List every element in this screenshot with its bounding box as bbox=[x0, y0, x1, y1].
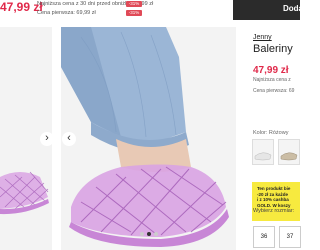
product-name: Baleriny bbox=[253, 43, 293, 55]
shoe-thumbnail bbox=[280, 152, 298, 161]
prev-image-button[interactable]: ‹ bbox=[62, 132, 76, 146]
lowest-price-30-days: Najniższa cena z bbox=[253, 77, 291, 83]
discount-badge: -31% bbox=[126, 10, 142, 16]
gallery-dot-active[interactable] bbox=[147, 232, 151, 236]
brand-link[interactable]: Jenny bbox=[253, 34, 272, 41]
color-label: Kolor: Różowy bbox=[253, 130, 289, 136]
color-swatch-beige[interactable] bbox=[278, 139, 300, 165]
add-to-cart-button[interactable]: Doda bbox=[233, 0, 300, 20]
gallery-dot[interactable] bbox=[154, 232, 158, 236]
product-image-2[interactable] bbox=[61, 27, 236, 250]
size-option-36[interactable]: 36 bbox=[253, 226, 275, 248]
promo-banner: Ten produkt bie -20 zł za każde i z 10% … bbox=[252, 182, 300, 221]
product-price: 47,99 zł bbox=[253, 65, 289, 76]
discount-badge: -31% bbox=[126, 1, 142, 7]
shoe-on-foot-illustration bbox=[61, 27, 236, 250]
size-option-37[interactable]: 37 bbox=[279, 226, 301, 248]
color-swatch-light[interactable] bbox=[252, 139, 274, 165]
next-image-button[interactable]: › bbox=[40, 132, 54, 146]
gallery-dots bbox=[140, 232, 158, 236]
gallery-dot[interactable] bbox=[140, 232, 144, 236]
original-price: Cena pierwsza: 69 bbox=[253, 88, 295, 94]
shoe-thumbnail bbox=[254, 152, 272, 161]
size-label: Wybierz rozmiar: bbox=[253, 208, 295, 214]
